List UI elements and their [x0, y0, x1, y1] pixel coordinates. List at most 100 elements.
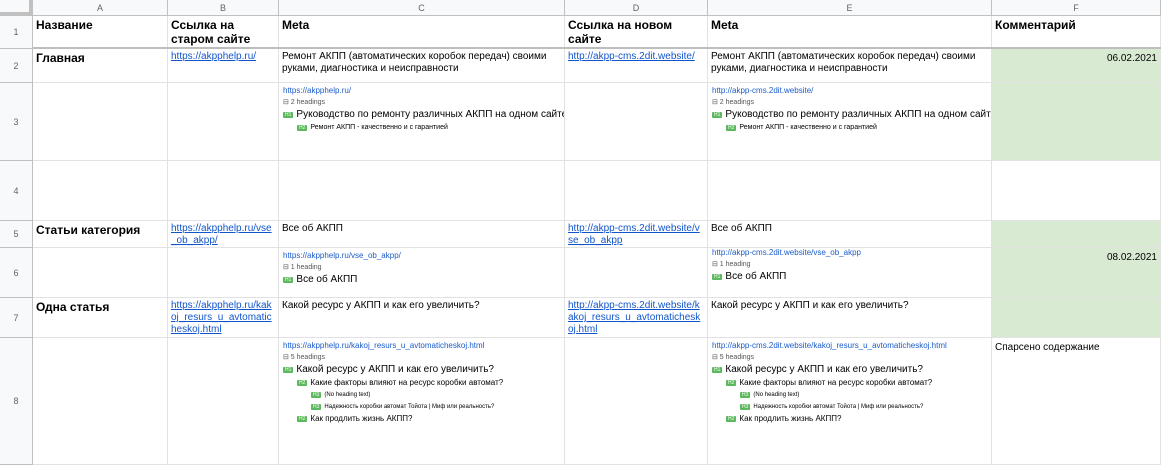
heading-text: Какой ресурс у АКПП и как его увеличить?	[296, 364, 494, 375]
old-site-link[interactable]: https://akpphelp.ru/vse_ob_akpp/	[171, 223, 272, 246]
preview-url: https://akpphelp.ru/vse_ob_akpp/	[283, 251, 401, 260]
cell-e2[interactable]: Ремонт АКПП (автоматических коробок пере…	[708, 49, 992, 83]
heading-h2: H2 Ремонт АКПП - качественно и с гарантие…	[283, 122, 560, 134]
h1-tag-icon: H1	[283, 112, 294, 118]
heading-h3: H3 Надежность коробки автомат Тойота | Ми…	[712, 401, 987, 413]
row-header-8[interactable]: 8	[0, 338, 33, 465]
cell-c7[interactable]: Какой ресурс у АКПП и как его увеличить?	[279, 298, 565, 338]
cell-d6[interactable]	[565, 248, 708, 298]
heading-h1: H1 Все об АКПП	[283, 273, 560, 287]
cell-b6[interactable]	[168, 248, 279, 298]
column-header-d[interactable]: D	[565, 0, 708, 16]
old-site-link[interactable]: https://akpphelp.ru/	[171, 51, 256, 62]
cell-a1[interactable]: Название	[33, 16, 168, 49]
select-all-corner[interactable]	[0, 0, 33, 16]
cell-b7[interactable]: https://akpphelp.ru/kakoj_resurs_u_avtom…	[168, 298, 279, 338]
heading-text: Как продлить жизнь АКПП?	[739, 414, 842, 423]
h1-tag-icon: H1	[712, 274, 723, 280]
cell-d5[interactable]: http://akpp-cms.2dit.website/vse_ob_akpp	[565, 221, 708, 248]
heading-h1: H1 Все об АКПП	[712, 270, 987, 284]
column-header-e[interactable]: E	[708, 0, 992, 16]
row-header-6[interactable]: 6	[0, 248, 33, 298]
heading-h2: H2 Какие факторы влияют на ресурс коробки…	[283, 377, 560, 389]
h3-tag-icon: H3	[740, 404, 751, 410]
row-header-1[interactable]: 1	[0, 16, 33, 49]
heading-h3: H3 Надежность коробки автомат Тойота | Ми…	[283, 401, 560, 413]
cell-d1[interactable]: Ссылка на новом сайте	[565, 16, 708, 49]
column-header-b[interactable]: B	[168, 0, 279, 16]
cell-f4[interactable]	[992, 161, 1161, 221]
cell-a6[interactable]	[33, 248, 168, 298]
cell-b5[interactable]: https://akpphelp.ru/vse_ob_akpp/	[168, 221, 279, 248]
cell-f7[interactable]	[992, 298, 1161, 338]
heading-text: (No heading text)	[324, 392, 371, 398]
column-header-f[interactable]: F	[992, 0, 1161, 16]
cell-e1[interactable]: Meta	[708, 16, 992, 49]
cell-f6[interactable]: 08.02.2021	[992, 248, 1161, 298]
cell-b1[interactable]: Ссылка на старом сайте	[168, 16, 279, 49]
row-header-3[interactable]: 3	[0, 83, 33, 161]
cell-a5[interactable]: Статьи категория	[33, 221, 168, 248]
heading-h3: H3 (No heading text)	[712, 389, 987, 401]
cell-e4[interactable]	[708, 161, 992, 221]
column-header-c[interactable]: C	[279, 0, 565, 16]
heading-text: Надежность коробки автомат Тойота | Миф …	[753, 404, 924, 410]
cell-b8[interactable]	[168, 338, 279, 465]
heading-count: ⊟ 2 headings	[283, 99, 326, 106]
cell-a2[interactable]: Главная	[33, 49, 168, 83]
new-site-link[interactable]: http://akpp-cms.2dit.website/kakoj_resur…	[568, 300, 700, 335]
cell-c4[interactable]	[279, 161, 565, 221]
cell-e6[interactable]: http://akpp-cms.2dit.website/vse_ob_akpp…	[708, 248, 992, 298]
cell-f1[interactable]: Комментарий	[992, 16, 1161, 49]
cell-e5[interactable]: Все об АКПП	[708, 221, 992, 248]
cell-a7[interactable]: Одна статья	[33, 298, 168, 338]
cell-d2[interactable]: http://akpp-cms.2dit.website/	[565, 49, 708, 83]
heading-text: Руководство по ремонту различных АКПП на…	[725, 109, 992, 120]
cell-a4[interactable]	[33, 161, 168, 221]
new-site-link[interactable]: http://akpp-cms.2dit.website/vse_ob_akpp	[568, 223, 700, 246]
cell-d7[interactable]: http://akpp-cms.2dit.website/kakoj_resur…	[565, 298, 708, 338]
cell-c6[interactable]: https://akpphelp.ru/vse_ob_akpp/ ⊟ 1 hea…	[279, 248, 565, 298]
cell-e7[interactable]: Какой ресурс у АКПП и как его увеличить?	[708, 298, 992, 338]
cell-a3[interactable]	[33, 83, 168, 161]
cell-f5[interactable]	[992, 221, 1161, 248]
cell-d3[interactable]	[565, 83, 708, 161]
row-header-4[interactable]: 4	[0, 161, 33, 221]
heading-text: Как продлить жизнь АКПП?	[310, 414, 413, 423]
heading-text: Надежность коробки автомат Тойота | Миф …	[324, 404, 495, 410]
row-header-7[interactable]: 7	[0, 298, 33, 338]
cell-b3[interactable]	[168, 83, 279, 161]
preview-url: https://akpphelp.ru/	[283, 86, 352, 95]
old-site-link[interactable]: https://akpphelp.ru/kakoj_resurs_u_avtom…	[171, 300, 272, 335]
cell-c3[interactable]: https://akpphelp.ru/ ⊟ 2 headings H1 Руко…	[279, 83, 565, 161]
h1-tag-icon: H1	[283, 367, 294, 373]
cell-b2[interactable]: https://akpphelp.ru/	[168, 49, 279, 83]
new-site-link[interactable]: http://akpp-cms.2dit.website/	[568, 51, 695, 62]
cell-f2[interactable]: 06.02.2021	[992, 49, 1161, 83]
row-header-2[interactable]: 2	[0, 49, 33, 83]
heading-text: Ремонт АКПП - качественно и с гарантией	[310, 124, 448, 131]
heading-count: ⊟ 5 headings	[712, 354, 755, 361]
preview-url: https://akpphelp.ru/kakoj_resurs_u_avtom…	[283, 341, 485, 350]
preview-url: http://akpp-cms.2dit.website/	[712, 86, 814, 95]
row-header-5[interactable]: 5	[0, 221, 33, 248]
heading-h1: H1 Какой ресурс у АКПП и как его увеличит…	[283, 363, 560, 377]
cell-f8[interactable]: Спарсено содержание	[992, 338, 1161, 465]
cell-b4[interactable]	[168, 161, 279, 221]
heading-text: (No heading text)	[753, 392, 800, 398]
heading-h3: H3 (No heading text)	[283, 389, 560, 401]
cell-c1[interactable]: Meta	[279, 16, 565, 49]
cell-c2[interactable]: Ремонт АКПП (автоматических коробок пере…	[279, 49, 565, 83]
h3-tag-icon: H3	[311, 404, 322, 410]
cell-e8[interactable]: http://akpp-cms.2dit.website/kakoj_resur…	[708, 338, 992, 465]
cell-d8[interactable]	[565, 338, 708, 465]
heading-count: ⊟ 5 headings	[283, 354, 326, 361]
cell-f3[interactable]	[992, 83, 1161, 161]
cell-a8[interactable]	[33, 338, 168, 465]
h3-tag-icon: H3	[740, 392, 751, 398]
cell-c5[interactable]: Все об АКПП	[279, 221, 565, 248]
cell-e3[interactable]: http://akpp-cms.2dit.website/ ⊟ 2 headin…	[708, 83, 992, 161]
cell-c8[interactable]: https://akpphelp.ru/kakoj_resurs_u_avtom…	[279, 338, 565, 465]
cell-d4[interactable]	[565, 161, 708, 221]
column-header-a[interactable]: A	[33, 0, 168, 16]
